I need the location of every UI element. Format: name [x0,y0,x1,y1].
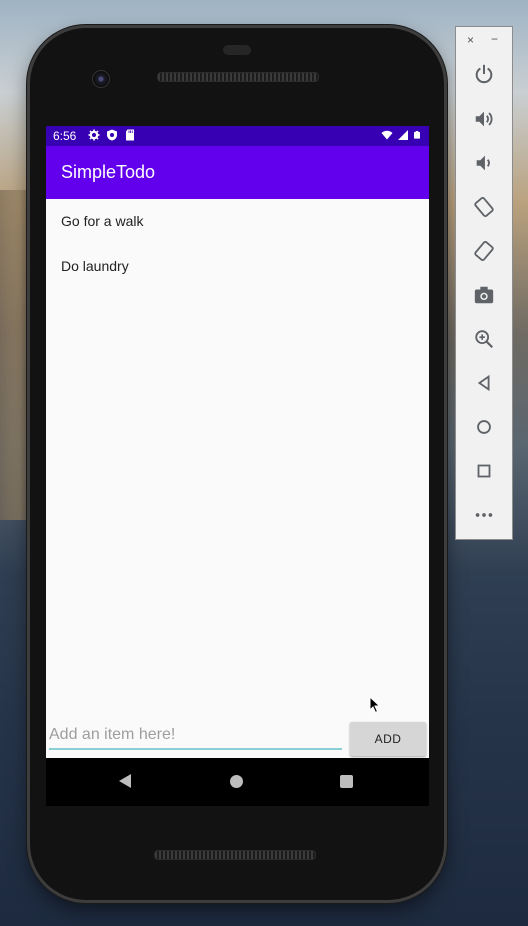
earpiece [223,45,251,55]
overview-icon[interactable] [472,459,496,483]
mouse-cursor-icon [369,696,381,714]
home-icon[interactable] [472,415,496,439]
todo-list: Go for a walk Do laundry [46,199,429,289]
bottom-speaker-grille [154,850,316,860]
nav-back-icon[interactable] [119,774,131,788]
nav-home-icon[interactable] [230,775,243,788]
status-time: 6:56 [53,129,77,143]
status-bar: 6:56 [46,126,429,146]
screenshot-icon[interactable] [472,283,496,307]
back-icon[interactable] [472,371,496,395]
add-button[interactable]: ADD [350,722,426,756]
app-title: SimpleTodo [61,162,156,182]
top-speaker-grille [157,72,319,82]
todo-item-go-for-a-walk[interactable]: Go for a walk [46,199,429,244]
more-icon[interactable] [472,503,496,527]
wifi-icon [381,130,393,140]
volume-down-icon[interactable] [472,151,496,175]
power-icon[interactable] [472,62,496,86]
zoom-icon[interactable] [472,327,496,351]
app-bar: SimpleTodo [46,146,429,199]
add-item-row: ADD [46,714,429,758]
todo-item-do-laundry[interactable]: Do laundry [46,244,429,289]
sd-card-icon [126,129,134,141]
shield-icon [107,129,117,141]
nav-recents-icon[interactable] [340,775,353,788]
emulator-close-icon[interactable]: × [467,33,474,47]
signal-icon [398,130,408,140]
add-item-input[interactable] [49,722,342,750]
android-nav-bar [46,758,429,806]
settings-icon [88,129,100,141]
phone-screen: 6:56 SimpleTodo Go for a walk Do laundry… [46,126,429,758]
volume-up-icon[interactable] [472,107,496,131]
emulator-toolbar: × − [455,26,513,540]
battery-icon [414,131,420,139]
rotate-left-icon[interactable] [472,195,496,219]
rotate-right-icon[interactable] [472,239,496,263]
front-camera [92,70,110,88]
emulator-minimize-icon[interactable]: − [491,32,498,46]
